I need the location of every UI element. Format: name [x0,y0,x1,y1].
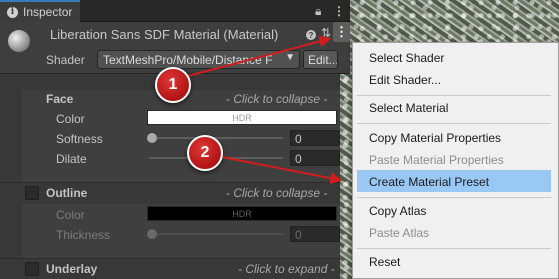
underlay-expand-hint: - Click to expand - [238,262,335,276]
settings-icon[interactable]: ⇅ [321,26,331,40]
menu-separator [357,197,551,198]
material-menu-icon[interactable]: ⋮ [333,22,350,42]
menu-item-paste-atlas[interactable]: Paste Atlas [369,226,429,240]
menu-item-create-material-preset[interactable]: Create Material Preset [369,175,489,189]
underlay-checkbox[interactable] [25,262,39,276]
shader-dropdown-value: TextMeshPro/Mobile/Distance F [103,53,273,67]
outline-color-label: Color [56,208,85,222]
tab-inspector[interactable]: i Inspector [0,0,80,22]
thickness-slider-track[interactable] [149,233,283,235]
kebab-menu-icon[interactable]: ⋮ [333,4,345,18]
menu-separator [357,248,551,249]
lock-icon[interactable]: 🔒︎ [315,4,321,19]
face-softness-label: Softness [56,132,103,146]
menu-separator [357,123,551,124]
outline-title: Outline [46,186,88,200]
material-context-menu: Select Shader Edit Shader... Select Mate… [352,42,559,279]
menu-item-select-shader[interactable]: Select Shader [369,51,444,65]
menu-separator [357,95,551,96]
help-icon[interactable]: ? [306,30,316,40]
underlay-section-header[interactable]: Underlay - Click to expand - [0,258,340,279]
menu-item-copy-material-properties[interactable]: Copy Material Properties [369,131,501,145]
shader-label: Shader [46,53,85,67]
menu-item-paste-material-properties[interactable]: Paste Material Properties [369,153,504,167]
face-collapse-hint: - Click to collapse - [226,92,328,106]
outline-color-field[interactable]: HDR [147,206,337,221]
callout-badge-1: 1 [155,67,191,103]
outline-thickness-label: Thickness [56,228,111,242]
outline-section-header[interactable]: Outline - Click to collapse - [0,182,340,204]
info-icon: i [7,6,18,18]
menu-item-edit-shader[interactable]: Edit Shader... [369,73,441,87]
tab-inspector-label: Inspector [23,5,73,19]
outline-collapse-hint: - Click to collapse - [226,186,328,200]
thickness-input[interactable]: 0 [290,226,340,242]
thickness-slider-handle[interactable] [147,229,157,239]
material-title: Liberation Sans SDF Material (Material) [50,27,279,42]
dilate-input[interactable]: 0 [290,150,340,166]
face-title: Face [46,92,74,106]
menu-item-reset[interactable]: Reset [369,255,400,269]
face-color-field[interactable]: HDR [147,110,337,125]
shader-dropdown[interactable]: TextMeshPro/Mobile/Distance F ▼ [97,50,300,69]
material-properties-panel: Face - Click to collapse - Color HDR Sof… [0,75,340,279]
inspector-tabbar: i Inspector 🔒︎ ⋮ [0,0,350,22]
face-color-label: Color [56,112,85,126]
menu-item-copy-atlas[interactable]: Copy Atlas [369,204,426,218]
underlay-title: Underlay [46,262,98,276]
softness-slider-handle[interactable] [147,133,157,143]
softness-input[interactable]: 0 [290,130,340,146]
callout-badge-2: 2 [187,135,223,171]
chevron-down-icon: ▼ [285,52,295,63]
material-preview-icon [8,30,30,52]
outline-checkbox[interactable] [25,186,39,200]
face-dilate-label: Dilate [56,152,87,166]
menu-item-select-material[interactable]: Select Material [369,101,448,115]
edit-shader-button[interactable]: Edit... [303,50,338,69]
